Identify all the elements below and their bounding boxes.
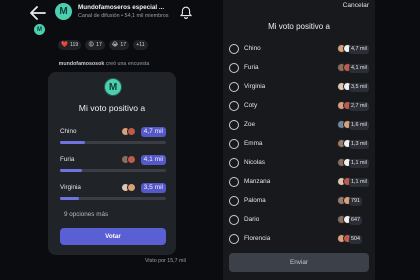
poll-progress-fill xyxy=(60,141,86,144)
view-count: Visto por 15,7 mil xyxy=(145,258,186,264)
voter-avatar xyxy=(127,127,136,136)
reaction-bar[interactable]: ❤️ 119 😡 17 😂 17 +11 xyxy=(58,40,148,50)
vote-button[interactable]: Votar xyxy=(60,228,166,245)
poll-choice-count: 504 xyxy=(349,235,362,244)
poll-choice-label: Coty xyxy=(244,102,258,109)
poll-choice-label: Zoe xyxy=(244,121,256,128)
poll-choice-count: 647 xyxy=(349,216,362,225)
angry-emoji-icon: 😡 xyxy=(88,42,95,48)
reaction-more[interactable]: +11 xyxy=(133,40,148,50)
poll-choice-count: 791 xyxy=(349,197,362,206)
reaction-count: 119 xyxy=(69,42,79,48)
poll-choice-count: 1,6 mil xyxy=(349,121,369,130)
send-button[interactable]: Enviar xyxy=(229,253,369,272)
poll-option-count: 3,5 mil xyxy=(140,183,166,193)
poll-progress-track xyxy=(60,141,166,144)
poll-option[interactable]: Chino 4,7 mil xyxy=(60,127,166,152)
poll-option-label: Virginia xyxy=(60,184,81,191)
poll-choice[interactable]: Paloma 791 xyxy=(229,196,370,208)
poll-choice[interactable]: Emma 1,3 mil xyxy=(229,139,370,151)
poll-choice-count: 1,3 mil xyxy=(349,140,369,149)
more-options-link[interactable]: 9 opciones más xyxy=(64,211,108,218)
system-message-user: mundofamososok xyxy=(58,61,105,67)
voter-avatar xyxy=(127,183,136,192)
poll-progress-fill xyxy=(60,197,80,200)
poll-modal: Cancelar Mi voto positivo a Chino 4,7 mi… xyxy=(223,0,375,280)
poll-choice-label: Chino xyxy=(244,45,261,52)
radio-button[interactable] xyxy=(229,101,239,111)
reaction-count: +11 xyxy=(136,42,145,48)
reaction-heart[interactable]: ❤️ 119 xyxy=(58,40,82,50)
radio-button[interactable] xyxy=(229,196,239,206)
radio-button[interactable] xyxy=(229,215,239,225)
channel-subtitle: Canal de difusión • 54,1 mil miembros xyxy=(78,13,169,19)
laugh-emoji-icon: 😂 xyxy=(111,42,119,48)
poll-choice-label: Florencia xyxy=(244,235,271,242)
poll-choice-count: 4,1 mil xyxy=(349,64,369,73)
back-arrow-icon[interactable] xyxy=(30,6,46,20)
poll-option-count: 4,1 mil xyxy=(140,155,166,165)
poll-choice[interactable]: Chino 4,7 mil xyxy=(229,44,370,56)
radio-button[interactable] xyxy=(229,139,239,149)
poll-option-label: Chino xyxy=(60,128,77,135)
poll-choice[interactable]: Furia 4,1 mil xyxy=(229,63,370,75)
radio-button[interactable] xyxy=(229,63,239,73)
channel-avatar[interactable]: M xyxy=(55,3,72,20)
poll-choice[interactable]: Nicolas 1,1 mil xyxy=(229,158,370,170)
poll-progress-track xyxy=(60,197,166,200)
radio-button[interactable] xyxy=(229,177,239,187)
poll-progress-track xyxy=(60,169,166,172)
poll-choice-label: Emma xyxy=(244,140,263,147)
poll-choice-count: 2,7 mil xyxy=(349,102,369,111)
radio-button[interactable] xyxy=(229,44,239,54)
poll-choice-label: Nicolas xyxy=(244,159,265,166)
heart-emoji-icon: ❤️ xyxy=(61,42,68,48)
voter-avatars xyxy=(121,183,136,192)
poll-choice-count: 1,1 mil xyxy=(349,178,369,187)
poll-choice-label: Paloma xyxy=(244,197,266,204)
bell-icon[interactable] xyxy=(180,6,192,19)
poll-option-count: 4,7 mil xyxy=(140,127,166,137)
poll-choice-label: Manzana xyxy=(244,178,271,185)
poll-logo: M xyxy=(104,78,122,96)
poll-choice-label: Dario xyxy=(244,216,260,223)
poll-choice[interactable]: Manzana 1,1 mil xyxy=(229,177,370,189)
poll-option[interactable]: Virginia 3,5 mil xyxy=(60,183,166,208)
poll-choice[interactable]: Coty 2,7 mil xyxy=(229,101,370,113)
poll-choice[interactable]: Virginia 3,5 mil xyxy=(229,82,370,94)
poll-option[interactable]: Furia 4,1 mil xyxy=(60,155,166,180)
poll-progress-fill xyxy=(60,169,83,172)
message-avatar: M xyxy=(34,24,45,35)
poll-choice[interactable]: Zoe 1,6 mil xyxy=(229,120,370,132)
voter-avatars xyxy=(121,127,136,136)
radio-button[interactable] xyxy=(229,120,239,130)
reaction-count: 17 xyxy=(120,42,127,48)
poll-choice[interactable]: Dario 647 xyxy=(229,215,370,227)
radio-button[interactable] xyxy=(229,82,239,92)
radio-button[interactable] xyxy=(229,158,239,168)
channel-name[interactable]: Mundofamoseros especial ... xyxy=(78,4,164,11)
voter-avatars xyxy=(121,155,136,164)
poll-choice[interactable]: Florencia 504 xyxy=(229,234,370,246)
modal-title: Mi voto positivo a xyxy=(268,22,330,31)
reaction-laugh[interactable]: 😂 17 xyxy=(108,40,130,50)
reaction-count: 17 xyxy=(96,42,102,48)
poll-choice-count: 1,1 mil xyxy=(349,159,369,168)
radio-button[interactable] xyxy=(229,234,239,244)
poll-choice-count: 4,7 mil xyxy=(349,45,369,54)
voter-avatar xyxy=(127,155,136,164)
cancel-button[interactable]: Cancelar xyxy=(343,2,369,9)
poll-choice-count: 3,5 mil xyxy=(349,83,369,92)
system-message-text: creó una encuesta xyxy=(104,61,150,67)
poll-title: Mi voto positivo a xyxy=(78,103,146,113)
reaction-angry[interactable]: 😡 17 xyxy=(85,40,105,50)
poll-choice-label: Virginia xyxy=(244,83,266,90)
poll-choice-label: Furia xyxy=(244,64,259,71)
poll-option-label: Furia xyxy=(60,156,75,163)
system-message: mundofamososok creó una encuesta xyxy=(0,61,208,67)
chat-panel: M Mundofamoseros especial ... Canal de d… xyxy=(0,0,208,280)
